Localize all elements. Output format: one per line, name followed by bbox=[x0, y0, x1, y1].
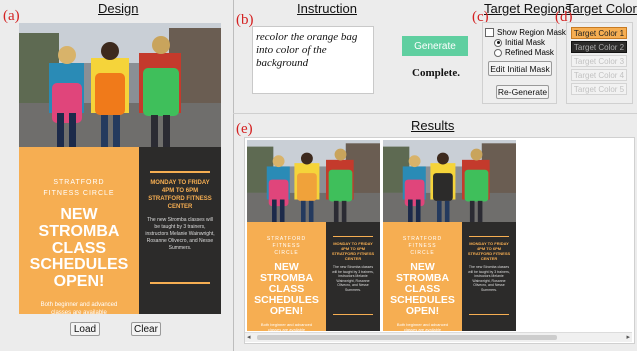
regenerate-button[interactable]: Re-Generate bbox=[496, 85, 549, 99]
show-mask-checkbox[interactable] bbox=[485, 28, 494, 37]
result-2-right-panel: MONDAY TO FRIDAY 4PM TO 6PM STRATFORD FI… bbox=[462, 222, 516, 331]
scroll-left-arrow-icon[interactable]: ◂ bbox=[247, 333, 251, 342]
panel-label-a: (a) bbox=[3, 8, 20, 24]
instruction-text: recolor the orange bag into color of the… bbox=[256, 31, 358, 69]
target-colors-title: Target Colors bbox=[566, 1, 637, 16]
result-2-subtitle: STRATFORD FITNESS CIRCLE bbox=[402, 236, 443, 256]
main-divider bbox=[233, 0, 234, 351]
panel-label-e: (e) bbox=[236, 121, 253, 137]
scroll-right-arrow-icon[interactable]: ▸ bbox=[626, 333, 630, 342]
target-color-4[interactable]: Target Color 4 bbox=[571, 69, 627, 81]
app-window: Design Instruction Target Regions Target… bbox=[0, 0, 637, 351]
result-1-bar-top bbox=[333, 236, 373, 237]
result-1-body: The new Stromba classes will be taught b… bbox=[332, 265, 374, 292]
results-scrollbar[interactable]: ◂ ▸ bbox=[245, 332, 632, 342]
result-1-left-panel: STRATFORD FITNESS CIRCLE NEW STROMBA CLA… bbox=[247, 222, 326, 331]
poster-footer: Both beginner and advanced classes are a… bbox=[40, 301, 118, 314]
results-title: Results bbox=[411, 118, 455, 133]
result-2-bar-bottom bbox=[469, 314, 509, 315]
result-poster-1[interactable]: STRATFORD FITNESS CIRCLE NEW STROMBA CLA… bbox=[247, 140, 380, 331]
design-poster: STRATFORD FITNESS CIRCLE NEW STROMBA CLA… bbox=[19, 23, 221, 314]
target-color-5[interactable]: Target Color 5 bbox=[571, 83, 627, 95]
poster-right-panel: MONDAY TO FRIDAY 4PM TO 6PM STRATFORD FI… bbox=[139, 147, 221, 314]
clear-button[interactable]: Clear bbox=[131, 322, 161, 336]
initial-mask-label: Initial Mask bbox=[505, 38, 546, 47]
result-1-days: MONDAY TO FRIDAY 4PM TO 6PM STRATFORD FI… bbox=[331, 241, 375, 261]
status-text: Complete. bbox=[412, 67, 460, 79]
initial-mask-option[interactable]: Initial Mask bbox=[494, 38, 545, 47]
result-poster-2[interactable]: STRATFORD FITNESS CIRCLE NEW STROMBA CLA… bbox=[383, 140, 516, 331]
poster-days: MONDAY TO FRIDAY 4PM TO 6PM STRATFORD FI… bbox=[148, 180, 212, 210]
edit-initial-mask-button[interactable]: Edit Initial Mask bbox=[488, 61, 552, 76]
target-color-2[interactable]: Target Color 2 bbox=[571, 41, 627, 53]
result-2-photo bbox=[383, 140, 516, 222]
result-1-bar-bottom bbox=[333, 314, 373, 315]
instruction-input[interactable]: recolor the orange bag into color of the… bbox=[252, 26, 374, 94]
result-2-headline: NEW STROMBA CLASS SCHEDULES OPEN! bbox=[390, 261, 455, 318]
show-mask-label: Show Region Mask bbox=[497, 28, 566, 37]
initial-mask-radio[interactable] bbox=[494, 38, 502, 47]
show-mask-toggle[interactable]: Show Region Mask bbox=[485, 28, 566, 37]
result-2-left-panel: STRATFORD FITNESS CIRCLE NEW STROMBA CLA… bbox=[383, 222, 462, 331]
refined-mask-radio[interactable] bbox=[494, 48, 502, 57]
scrollbar-thumb[interactable] bbox=[257, 335, 557, 340]
refined-mask-option[interactable]: Refined Mask bbox=[494, 48, 554, 57]
poster-left-panel: STRATFORD FITNESS CIRCLE NEW STROMBA CLA… bbox=[19, 147, 139, 314]
target-color-3[interactable]: Target Color 3 bbox=[571, 55, 627, 67]
generate-button[interactable]: Generate bbox=[402, 36, 468, 56]
result-2-footer: Both beginner and advanced classes are a… bbox=[396, 322, 449, 331]
result-1-footer: Both beginner and advanced classes are a… bbox=[260, 322, 313, 331]
poster-body: The new Stromba classes will be taught b… bbox=[145, 217, 215, 251]
result-2-days: MONDAY TO FRIDAY 4PM TO 6PM STRATFORD FI… bbox=[467, 241, 511, 261]
target-color-1[interactable]: Target Color 1 bbox=[571, 27, 627, 39]
load-button[interactable]: Load bbox=[70, 322, 100, 336]
refined-mask-label: Refined Mask bbox=[505, 48, 554, 57]
poster-photo bbox=[19, 23, 221, 147]
panel-label-b: (b) bbox=[236, 12, 254, 28]
result-2-body: The new Stromba classes will be taught b… bbox=[468, 265, 510, 292]
instruction-title: Instruction bbox=[297, 1, 357, 16]
poster-subtitle: STRATFORD FITNESS CIRCLE bbox=[43, 179, 115, 197]
result-1-right-panel: MONDAY TO FRIDAY 4PM TO 6PM STRATFORD FI… bbox=[326, 222, 380, 331]
result-1-subtitle: STRATFORD FITNESS CIRCLE bbox=[266, 236, 307, 256]
design-title: Design bbox=[98, 1, 139, 16]
result-1-photo bbox=[247, 140, 380, 222]
result-2-bar-top bbox=[469, 236, 509, 237]
poster-bar-top bbox=[150, 171, 210, 173]
poster-bar-bottom bbox=[150, 282, 210, 284]
poster-headline: NEW STROMBA CLASS SCHEDULES OPEN! bbox=[29, 206, 129, 291]
results-divider bbox=[233, 113, 637, 114]
result-1-headline: NEW STROMBA CLASS SCHEDULES OPEN! bbox=[254, 261, 319, 318]
